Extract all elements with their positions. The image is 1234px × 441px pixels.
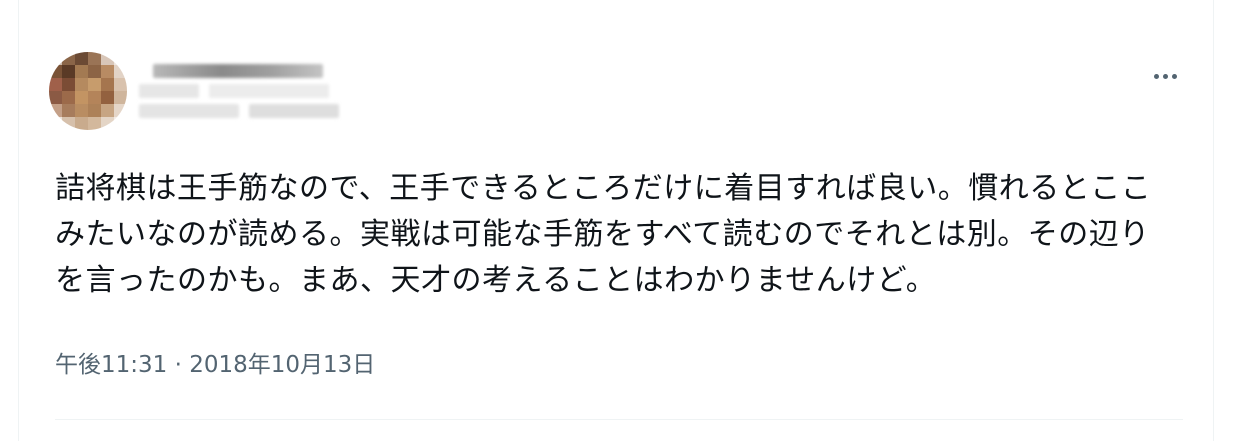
obscured-handle [139, 104, 239, 118]
avatar-pixel [114, 117, 127, 130]
tweet-timestamp: 午後11:31 · 2018年10月13日 [55, 345, 375, 379]
tweet-text: 詰将棋は王手筋なので、王手できるところだけに着目すれば良い。慣れるとここ みたい… [55, 166, 1195, 304]
obscured-text [209, 84, 329, 98]
avatar-pixel [75, 104, 88, 117]
tweet-date: 2018年10月13日 [189, 352, 376, 378]
tweet-text-line: を言ったのかも。まあ、天才の考えることはわかりませんけど。 [55, 263, 937, 298]
avatar-pixel [114, 78, 127, 91]
dot [1162, 73, 1168, 79]
divider [55, 419, 1183, 420]
more-icon[interactable] [1147, 62, 1183, 90]
obscured-display-name [153, 64, 323, 78]
timestamp-separator: · [174, 352, 182, 378]
obscured-handle [249, 104, 339, 118]
avatar-pixel [62, 65, 75, 78]
tweet-time: 午後11:31 [55, 352, 168, 378]
avatar-pixel [88, 91, 101, 104]
avatar-pixel [101, 91, 114, 104]
avatar-pixel [62, 52, 75, 65]
avatar-pixel [101, 65, 114, 78]
avatar-pixel [75, 117, 88, 130]
avatar-pixel [101, 78, 114, 91]
avatar-pixel [49, 117, 62, 130]
avatar-pixel [114, 91, 127, 104]
avatar-pixel [49, 65, 62, 78]
avatar-pixel [114, 65, 127, 78]
tweet-card: 詰将棋は王手筋なので、王手できるところだけに着目すれば良い。慣れるとここ みたい… [18, 0, 1214, 441]
avatar-pixel [88, 65, 101, 78]
tweet-time-link[interactable]: 午後11:31 [55, 352, 167, 378]
avatar-pixel [75, 65, 88, 78]
avatar-pixel [88, 52, 101, 65]
avatar-pixel [62, 78, 75, 91]
avatar[interactable] [49, 52, 127, 130]
avatar-pixel [49, 91, 62, 104]
avatar-pixel [62, 91, 75, 104]
tweet-text-line: 詰将棋は王手筋なので、王手できるところだけに着目すれば良い。慣れるとここ [55, 171, 1152, 206]
tweet-date-link[interactable]: 2018年10月13日 [189, 352, 375, 378]
avatar-pixel [88, 104, 101, 117]
avatar-pixel [101, 117, 114, 130]
avatar-pixel [75, 78, 88, 91]
avatar-pixel [101, 104, 114, 117]
avatar-pixel [88, 78, 101, 91]
avatar-pixel [49, 104, 62, 117]
dot [1153, 73, 1159, 79]
avatar-pixel [75, 91, 88, 104]
tweet-text-line: みたいなのが読める。実戦は可能な手筋をすべて読むのでそれとは別。その辺り [55, 217, 1150, 252]
avatar-pixel [101, 52, 114, 65]
avatar-pixel [114, 52, 127, 65]
avatar-pixel [49, 78, 62, 91]
avatar-pixel [62, 104, 75, 117]
avatar-pixel [49, 52, 62, 65]
avatar-pixel [75, 52, 88, 65]
avatar-pixel [114, 104, 127, 117]
dot [1171, 73, 1177, 79]
avatar-pixel [62, 117, 75, 130]
obscured-text [139, 84, 199, 98]
avatar-pixel [88, 117, 101, 130]
author-name-obscured[interactable] [139, 58, 339, 134]
